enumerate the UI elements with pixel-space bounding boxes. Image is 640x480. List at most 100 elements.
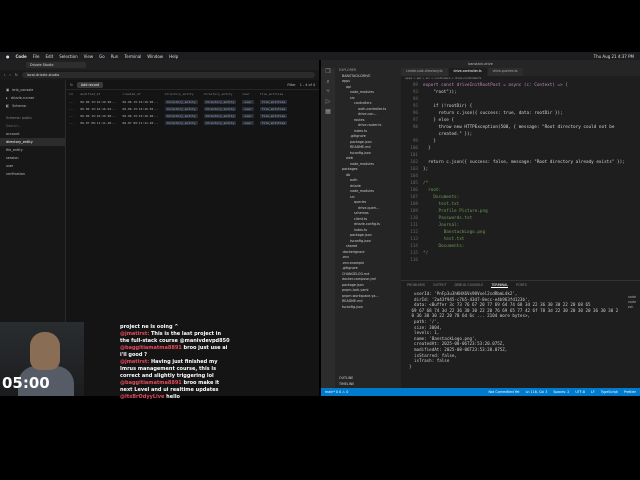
column-header[interactable]: id xyxy=(66,90,77,98)
menu-edit[interactable]: Edit xyxy=(45,54,53,59)
menu-terminal[interactable]: Terminal xyxy=(124,54,141,59)
sidebar-table-session[interactable]: session xyxy=(0,154,65,162)
menu-window[interactable]: Window xyxy=(147,54,163,59)
cell[interactable]: 06-06 15:16:16.90... xyxy=(77,112,119,119)
column-header[interactable]: file_entities xyxy=(257,90,290,98)
menu-view[interactable]: View xyxy=(84,54,94,59)
branch-status[interactable]: main* 0 0 ⚠ 0 xyxy=(325,390,348,394)
tab-problems[interactable]: PROBLEMS xyxy=(407,283,425,287)
status-item[interactable]: Prettier xyxy=(624,390,636,394)
extensions-icon[interactable]: ▦ xyxy=(321,108,335,118)
code-text: "root")); xyxy=(423,90,457,95)
cell[interactable]: 06-07 06:11:11.40... xyxy=(120,119,162,126)
editor-tab-active[interactable]: drive-controller.ts xyxy=(448,68,487,76)
cell[interactable]: 06-06 15:16:16.95... xyxy=(120,105,162,112)
cell[interactable]: ... xyxy=(66,98,77,105)
sidebar-table-verification[interactable]: verification xyxy=(0,170,65,178)
column-header[interactable]: directory_entity xyxy=(162,90,201,98)
table-row[interactable]: ... 06-06 15:16:16.94... 06-06 15:16:16.95… xyxy=(66,105,290,112)
cell[interactable]: 06-06 15:16:16.90... xyxy=(77,98,119,105)
relation-pill[interactable]: user xyxy=(242,120,254,125)
menu-file[interactable]: File xyxy=(33,54,40,59)
run-debug-icon[interactable]: ▷ xyxy=(321,98,335,108)
code-line: 109 Profile Picture.png xyxy=(401,208,640,215)
sidebar-table-user[interactable]: user xyxy=(0,162,65,170)
relation-pill[interactable]: user xyxy=(242,113,254,118)
editor-tab[interactable]: drive-queries.ts xyxy=(487,68,523,76)
table-search-input[interactable]: Search... xyxy=(0,122,65,130)
cell[interactable]: ... xyxy=(66,112,77,119)
status-item[interactable]: Ln 116, Col 3 xyxy=(526,390,548,394)
code-editor[interactable]: 89 export const driveInitRootPost = async… xyxy=(401,82,640,264)
table-row[interactable]: ... 06-07 06:11:11.40... 06-07 06:11:11.40… xyxy=(66,119,290,126)
table-row[interactable]: ... 06-06 15:16:16.90... 06-06 15:16:16.90… xyxy=(66,112,290,119)
menu-run[interactable]: Run xyxy=(111,54,119,59)
status-item[interactable]: UTF-8 xyxy=(575,390,585,394)
sidebar-item-schema[interactable]: ◧ Schema xyxy=(0,102,65,110)
table-row[interactable]: ... 06-06 15:16:16.90... 06-06 15:16:16.90… xyxy=(66,98,290,105)
terminal-output[interactable]: userId: 'PnFp3u3hKHX6Vx90Vxel2sdRbmL4k2'… xyxy=(401,289,640,371)
schema-select[interactable]: Schema: public xyxy=(0,114,65,122)
sidebar-item-console[interactable]: ▣ bnb_console xyxy=(0,86,65,94)
refresh-icon[interactable]: ↻ xyxy=(70,83,73,87)
relation-pill[interactable]: directory_entity xyxy=(203,120,237,125)
sidebar-item-runner[interactable]: ▸ drizzle-runner xyxy=(0,94,65,102)
column-header[interactable]: created_at xyxy=(120,90,162,98)
status-item[interactable]: TypeScript xyxy=(601,390,618,394)
add-record-button[interactable]: Add record xyxy=(76,81,104,88)
relation-pill[interactable]: file_entities xyxy=(259,120,288,125)
relation-pill[interactable]: user xyxy=(242,99,254,104)
column-header[interactable]: directory_entity xyxy=(201,90,240,98)
column-header[interactable]: modified_at xyxy=(77,90,119,98)
search-icon[interactable]: ⌕ xyxy=(321,78,335,88)
status-item[interactable]: LF xyxy=(591,390,595,394)
cell[interactable]: 06-06 15:16:16.94... xyxy=(77,105,119,112)
terminal-item[interactable]: zsh xyxy=(628,305,636,310)
sidebar-table-account[interactable]: account xyxy=(0,130,65,138)
line-number: 116 xyxy=(410,258,418,263)
status-item[interactable]: Not Committed Yet xyxy=(488,390,519,394)
relation-pill[interactable]: directory_entity xyxy=(164,106,198,111)
sidebar-table-directory-entity[interactable]: directory_entity xyxy=(0,138,65,146)
explorer-item[interactable]: tsconfig.json xyxy=(335,305,401,311)
relation-pill[interactable]: user xyxy=(242,106,254,111)
column-header[interactable]: user xyxy=(239,90,256,98)
relation-pill[interactable]: file_entities xyxy=(259,113,288,118)
apple-icon[interactable]: ● xyxy=(6,54,10,59)
relation-pill[interactable]: directory_entity xyxy=(164,120,198,125)
menu-selection[interactable]: Selection xyxy=(59,54,77,59)
relation-pill[interactable]: directory_entity xyxy=(164,99,198,104)
relation-pill[interactable]: file_entities xyxy=(259,106,288,111)
menu-go[interactable]: Go xyxy=(99,54,105,59)
relation-pill[interactable]: directory_entity xyxy=(203,113,237,118)
browser-tab[interactable]: Drizzle Studio xyxy=(26,62,86,68)
relation-pill[interactable]: directory_entity xyxy=(203,99,237,104)
tab-ports[interactable]: PORTS xyxy=(516,283,527,287)
code-line: 103}; xyxy=(401,166,640,173)
tab-debug-console[interactable]: DEBUG CONSOLE xyxy=(454,283,483,287)
relation-pill[interactable]: directory_entity xyxy=(164,113,198,118)
cell[interactable]: ... xyxy=(66,119,77,126)
menu-help[interactable]: Help xyxy=(169,54,178,59)
sidebar-table-file-entity[interactable]: file_entity xyxy=(0,146,65,154)
reload-icon[interactable]: ↻ xyxy=(15,73,18,77)
cell[interactable]: 06-06 15:16:16.90... xyxy=(120,98,162,105)
source-control-icon[interactable]: ⑂ xyxy=(321,88,335,98)
relation-pill[interactable]: file_entities xyxy=(259,99,288,104)
cell[interactable]: 06-06 15:16:16.90... xyxy=(120,112,162,119)
relation-pill[interactable]: directory_entity xyxy=(203,106,237,111)
menu-code[interactable]: Code xyxy=(16,54,27,59)
back-icon[interactable]: ‹ xyxy=(4,73,5,77)
status-item[interactable]: Spaces: 2 xyxy=(553,390,569,394)
tab-terminal[interactable]: TERMINAL xyxy=(491,283,509,288)
cell[interactable]: 06-07 06:11:11.40... xyxy=(77,119,119,126)
url-field[interactable]: local.drizzle.studio xyxy=(21,72,315,78)
outline-section[interactable]: OUTLINE xyxy=(335,376,353,382)
files-icon[interactable]: ❐ xyxy=(321,68,335,78)
filter-button[interactable]: Filter xyxy=(287,83,295,87)
timeline-section[interactable]: TIMELINE xyxy=(335,382,354,388)
cell[interactable]: ... xyxy=(66,105,77,112)
tab-output[interactable]: OUTPUT xyxy=(433,283,446,287)
editor-tab[interactable]: create-root-directory.ts xyxy=(401,68,448,76)
forward-icon[interactable]: › xyxy=(9,73,10,77)
